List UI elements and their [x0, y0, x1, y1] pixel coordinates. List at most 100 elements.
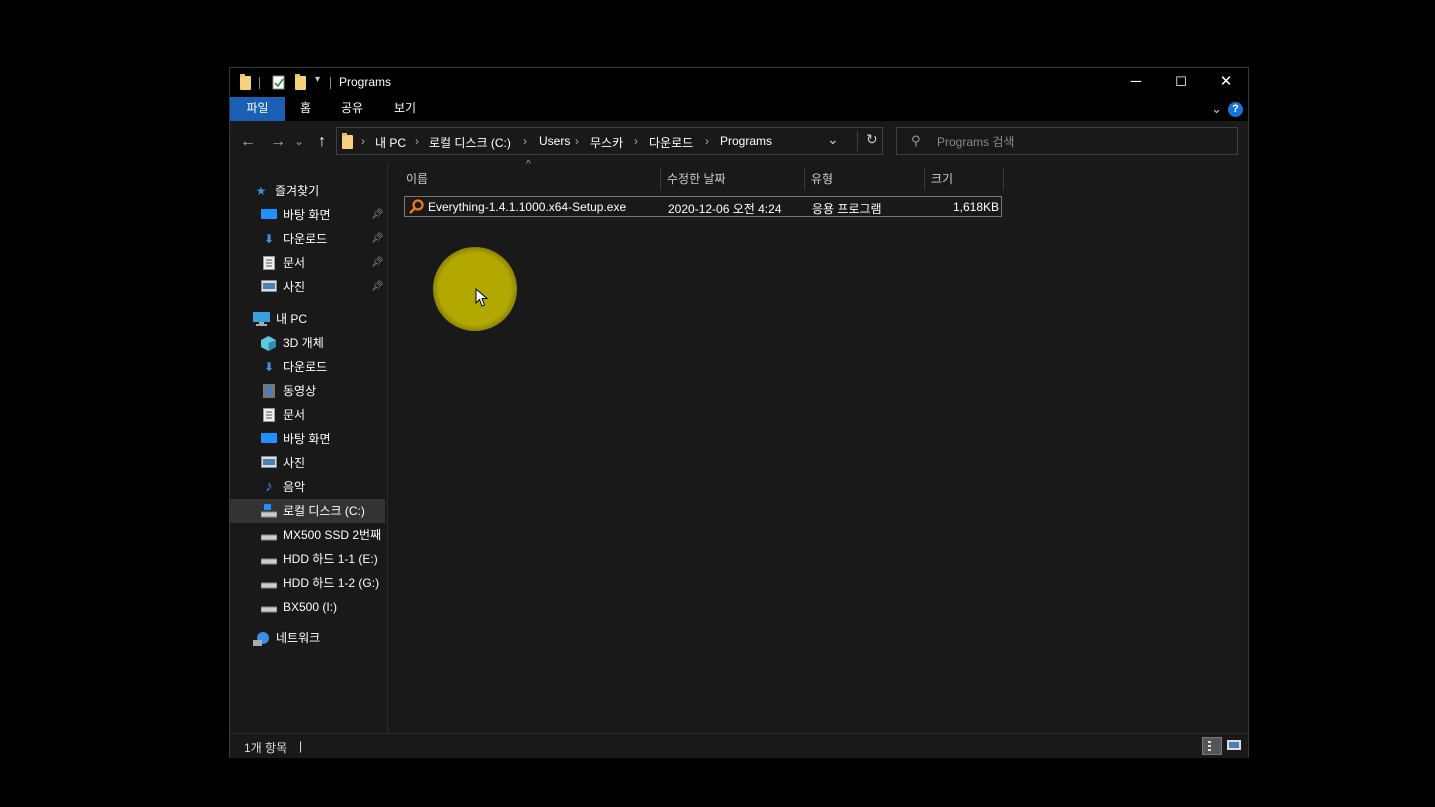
close-button[interactable]: ✕	[1203, 68, 1249, 97]
forward-button[interactable]: →	[268, 132, 288, 152]
search-box[interactable]: ⚲	[896, 127, 1238, 155]
new-folder-icon[interactable]	[295, 74, 306, 90]
pin-icon[interactable]: 📌︎	[371, 227, 384, 251]
cube-icon	[261, 336, 276, 351]
file-list: ^ 이름 수정한 날짜 유형 크기 Everything-1.4.1.1000.…	[388, 159, 1248, 733]
chevron-right-icon[interactable]: ›	[575, 134, 579, 148]
sidebar-item-label: MX500 SSD 2번째	[283, 528, 382, 542]
table-row[interactable]: Everything-1.4.1.1000.x64-Setup.exe 2020…	[404, 196, 1002, 217]
separator	[259, 77, 260, 89]
pin-icon[interactable]: 📌︎	[371, 251, 384, 275]
sidebar-item-desktop[interactable]: 바탕 화면	[258, 427, 387, 451]
sidebar-item-hdd-e[interactable]: HDD 하드 1-1 (E:)	[258, 547, 387, 571]
sidebar-item-pictures[interactable]: 사진	[258, 451, 387, 475]
help-icon[interactable]: ?	[1228, 102, 1243, 117]
sidebar-item-3d-objects[interactable]: 3D 개체	[258, 331, 387, 355]
mouse-pointer-icon	[475, 288, 489, 307]
sidebar-item-downloads[interactable]: ⬇ 다운로드 📌︎	[258, 227, 387, 251]
file-name[interactable]: Everything-1.4.1.1000.x64-Setup.exe	[428, 200, 626, 214]
navigation-bar: ← → ⌄ ↑ › 내 PC › 로컬 디스크 (C:) › Users › 무…	[230, 121, 1248, 163]
sidebar-item-documents[interactable]: 문서 📌︎	[258, 251, 387, 275]
tab-home[interactable]: 홈	[290, 97, 321, 121]
document-icon	[262, 408, 276, 422]
file-modified: 2020-12-06 오전 4:24	[668, 202, 782, 216]
sidebar-item-desktop[interactable]: 바탕 화면 📌︎	[258, 203, 387, 227]
chevron-right-icon[interactable]: ›	[415, 134, 419, 148]
tab-share[interactable]: 공유	[335, 97, 369, 121]
navigation-pane: ★ 즐겨찾기 바탕 화면 📌︎ ⬇ 다운로드 📌︎ 문서 📌︎ 사진 📌︎ 내 …	[230, 163, 387, 733]
chevron-right-icon[interactable]: ›	[634, 134, 638, 148]
column-divider[interactable]	[924, 168, 925, 190]
ribbon-tabs: 파일 홈 공유 보기 ⌄ ?	[230, 97, 1248, 121]
sidebar-item-bx500[interactable]: BX500 (I:)	[258, 595, 387, 619]
folder-icon	[342, 133, 353, 149]
column-divider[interactable]	[1003, 168, 1004, 190]
folder-icon	[240, 74, 251, 90]
sidebar-item-label: 다운로드	[283, 360, 328, 374]
address-bar[interactable]: › 내 PC › 로컬 디스크 (C:) › Users › 무스카 › 다운로…	[336, 127, 883, 155]
separator	[330, 77, 331, 89]
explorer-window: ▾ Programs ─ ☐ ✕ 파일 홈 공유 보기 ⌄ ? ← → ⌄ ↑ …	[229, 67, 1249, 758]
breadcrumb-this-pc[interactable]: 내 PC	[375, 134, 406, 151]
chevron-right-icon[interactable]: ›	[705, 134, 709, 148]
item-count: 1개 항목	[244, 741, 288, 755]
drive-icon	[260, 600, 278, 614]
drive-icon	[260, 528, 278, 542]
address-dropdown-icon[interactable]: ⌄	[827, 131, 839, 148]
breadcrumb-programs[interactable]: Programs	[720, 134, 772, 148]
sidebar-item-label: 다운로드	[283, 232, 328, 246]
breadcrumb-local-disk[interactable]: 로컬 디스크 (C:)	[429, 134, 511, 151]
breadcrumb-downloads[interactable]: 다운로드	[649, 134, 693, 151]
column-divider[interactable]	[660, 168, 661, 190]
sidebar-item-hdd-g[interactable]: HDD 하드 1-2 (G:)	[258, 571, 387, 595]
computer-icon	[253, 312, 270, 326]
refresh-icon[interactable]: ↻	[857, 131, 878, 151]
file-type: 응용 프로그램	[812, 202, 882, 216]
breadcrumb-user[interactable]: 무스카	[590, 134, 623, 151]
tab-view[interactable]: 보기	[388, 97, 422, 121]
breadcrumb-users[interactable]: Users	[539, 134, 570, 148]
sidebar-item-music[interactable]: ♪ 음악	[258, 475, 387, 499]
sidebar-item-label: 음악	[283, 480, 306, 494]
desktop-icon	[261, 208, 277, 222]
sidebar-item-local-disk-c[interactable]: 로컬 디스크 (C:)	[230, 499, 385, 523]
sidebar-item-label: 사진	[283, 456, 306, 470]
properties-icon[interactable]	[272, 75, 286, 90]
sidebar-item-label: 바탕 화면	[283, 208, 331, 222]
tab-file[interactable]: 파일	[230, 97, 285, 121]
download-icon: ⬇	[263, 360, 275, 374]
large-icons-view-button[interactable]	[1225, 737, 1245, 755]
pin-icon[interactable]: 📌︎	[371, 275, 384, 299]
column-header-type[interactable]: 유형	[811, 168, 921, 190]
search-input[interactable]	[935, 133, 1229, 151]
pin-icon[interactable]: 📌︎	[371, 203, 384, 227]
sidebar-item-quick-access[interactable]: ★ 즐겨찾기	[250, 179, 380, 203]
up-button[interactable]: ↑	[312, 132, 332, 152]
sidebar-item-label: 동영상	[283, 384, 317, 398]
maximize-button[interactable]: ☐	[1158, 68, 1204, 97]
sidebar-item-videos[interactable]: 동영상	[258, 379, 387, 403]
column-header-size[interactable]: 크기	[931, 168, 1001, 190]
expand-ribbon-icon[interactable]: ⌄	[1211, 101, 1222, 117]
column-header-modified[interactable]: 수정한 날짜	[667, 168, 797, 190]
minimize-button[interactable]: ─	[1113, 68, 1159, 97]
customize-qat-icon[interactable]: ▾	[315, 74, 320, 85]
back-button[interactable]: ←	[238, 132, 258, 152]
network-icon	[253, 631, 269, 646]
sidebar-item-downloads[interactable]: ⬇ 다운로드	[258, 355, 387, 379]
sidebar-item-mx500[interactable]: MX500 SSD 2번째	[258, 523, 387, 547]
star-icon: ★	[255, 184, 267, 198]
column-header-name[interactable]: 이름	[406, 168, 656, 190]
chevron-right-icon[interactable]: ›	[523, 134, 527, 148]
sidebar-item-pictures[interactable]: 사진 📌︎	[258, 275, 387, 299]
sidebar-item-label: 즐겨찾기	[275, 184, 320, 198]
sidebar-item-this-pc[interactable]: 내 PC	[250, 307, 380, 331]
title-bar: ▾ Programs ─ ☐ ✕	[230, 68, 1248, 97]
sidebar-item-network[interactable]: 네트워크	[250, 626, 380, 650]
sidebar-item-documents[interactable]: 문서	[258, 403, 387, 427]
chevron-right-icon[interactable]: ›	[361, 134, 365, 148]
recent-locations-icon[interactable]: ⌄	[292, 132, 306, 152]
column-divider[interactable]	[804, 168, 805, 190]
pictures-icon	[261, 456, 277, 470]
details-view-button[interactable]	[1202, 737, 1222, 755]
